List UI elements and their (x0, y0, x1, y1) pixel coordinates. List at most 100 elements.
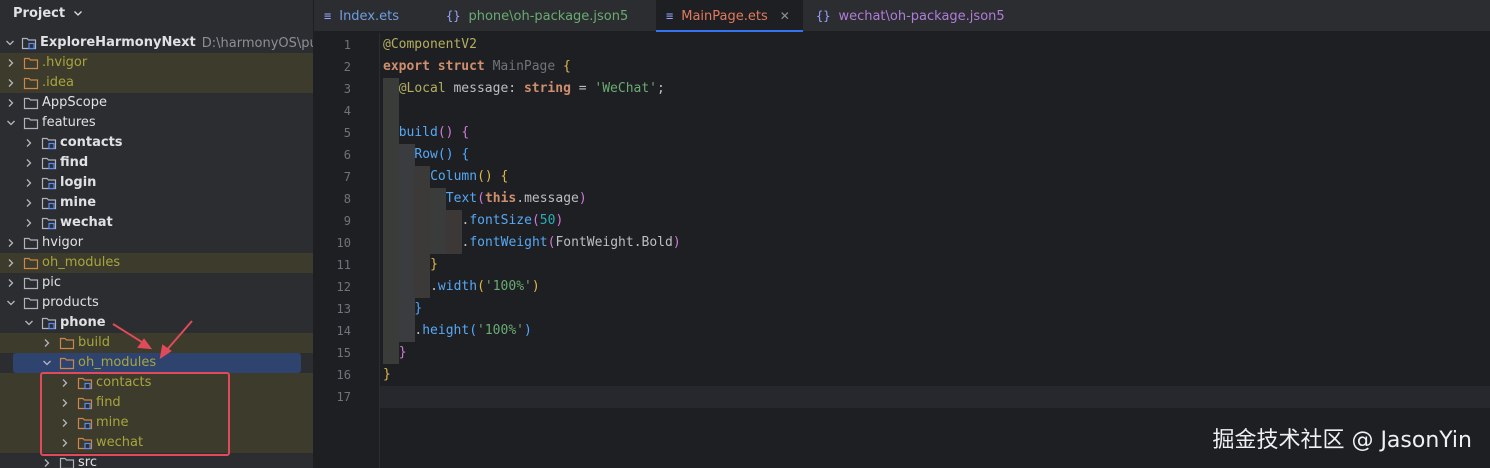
ets-file-icon: ≡ (324, 9, 332, 23)
tree-item-label: find (96, 395, 121, 410)
chevron-right-icon[interactable] (59, 397, 71, 409)
chevron-right-icon[interactable] (5, 237, 17, 249)
chevron-right-icon[interactable] (23, 217, 35, 229)
tree-item-label: src (78, 455, 97, 468)
indent-guide (398, 166, 415, 188)
close-tab-icon[interactable]: ✕ (780, 9, 790, 23)
tab-phone-oh-package[interactable]: {} phone\oh-package.json5 (446, 0, 628, 32)
chevron-right-icon[interactable] (5, 257, 17, 269)
caret-line-highlight (380, 386, 1490, 408)
indent-guide (383, 276, 399, 298)
code-line[interactable]: } (430, 254, 438, 276)
line-number: 2 (343, 60, 351, 74)
chevron-right-icon[interactable] (5, 57, 17, 69)
chevron-right-icon[interactable] (5, 77, 17, 89)
module-folder-icon (41, 316, 57, 330)
line-number: 11 (336, 258, 351, 272)
arrow-annotation-right (159, 320, 193, 360)
module-folder-icon (77, 416, 93, 430)
code-token: .message (516, 191, 579, 206)
excluded-folder-icon (59, 356, 75, 370)
code-line[interactable]: @ComponentV2 (383, 34, 477, 56)
code-line[interactable]: .height('100%') (414, 320, 531, 342)
code-token: '100%' (477, 323, 524, 338)
folder-icon (59, 456, 75, 468)
chevron-right-icon[interactable] (23, 137, 35, 149)
chevron-right-icon[interactable] (41, 337, 53, 349)
chevron-right-icon[interactable] (5, 277, 17, 289)
code-token: build (398, 125, 438, 140)
line-number: 15 (336, 346, 351, 360)
code-line[interactable]: .width('100%') (430, 276, 540, 298)
line-number: 14 (336, 324, 351, 338)
tab-label: Index.ets (339, 8, 400, 24)
indent-guide (383, 254, 399, 276)
indent-guide (383, 298, 399, 320)
code-line[interactable]: } (399, 342, 407, 364)
json-file-icon: {} (816, 9, 831, 23)
chevron-right-icon[interactable] (59, 377, 71, 389)
tree-item-label: .idea (42, 75, 74, 90)
project-panel: Project ExploreHarmonyNext D:\harmonyOS\p… (0, 0, 313, 468)
code-line[interactable]: } (383, 364, 391, 386)
chevron-right-icon[interactable] (23, 157, 35, 169)
tab-wechat-oh-package[interactable]: {} wechat\oh-package.json5 (816, 0, 1005, 32)
module-folder-icon (41, 156, 57, 170)
code-line[interactable]: .fontWeight(FontWeight.Bold) (462, 232, 681, 254)
tree-item-label: mine (60, 195, 97, 210)
line-number: 7 (343, 170, 351, 184)
tree-item[interactable]: ExploreHarmonyNext D:\harmonyOS\public\Ex (0, 33, 313, 53)
indent-guide (445, 210, 462, 232)
code-token: @Local (398, 81, 446, 96)
line-number: 17 (336, 390, 351, 404)
line-number: 6 (343, 148, 351, 162)
chevron-right-icon[interactable] (23, 197, 35, 209)
chevron-right-icon[interactable] (59, 417, 71, 429)
code-editor[interactable]: @ComponentV2 export struct MainPage {@Loc… (380, 33, 1490, 468)
watermark: 掘金技术社区 @ JasonYin (1212, 428, 1472, 453)
editor-tab-bar: ≡ Index.ets {} phone\oh-package.json5 ≡ … (314, 0, 1490, 32)
tree-item-label: wechat (96, 435, 144, 450)
code-line[interactable]: Text(this.message) (446, 188, 587, 210)
tree-item-label: ExploreHarmonyNext (40, 35, 196, 50)
chevron-down-icon[interactable] (5, 37, 15, 49)
chevron-down-icon[interactable] (23, 317, 35, 329)
chevron-down-icon[interactable] (5, 297, 17, 309)
indent-guide (414, 254, 431, 276)
tab-index-ets[interactable]: ≡ Index.ets (324, 0, 399, 32)
code-token: ( (477, 279, 485, 294)
tab-mainpage-ets[interactable]: ≡ MainPage.ets ✕ (656, 0, 803, 32)
module-folder-icon (77, 376, 93, 390)
code-token: Text (445, 191, 478, 206)
code-token: ( (477, 191, 485, 206)
chevron-down-icon[interactable] (41, 357, 53, 369)
chevron-down-icon[interactable] (5, 117, 17, 129)
indent-guide (383, 78, 399, 100)
code-line[interactable]: build() { (399, 122, 469, 144)
code-line[interactable]: export struct MainPage { (383, 56, 571, 78)
code-token: ; (657, 81, 665, 96)
indent-guide (398, 298, 415, 320)
code-line[interactable]: .fontSize(50) (462, 210, 564, 232)
tree-item-label: contacts (60, 135, 123, 150)
code-line[interactable]: } (414, 298, 422, 320)
code-token: 'WeChat' (594, 81, 658, 96)
indent-guide (383, 342, 399, 364)
indent-guide (398, 232, 415, 254)
code-line[interactable]: @Local message: string = 'WeChat'; (399, 78, 665, 100)
tree-item-label: oh_modules (78, 355, 157, 370)
indent-guide (414, 188, 431, 210)
line-number-gutter[interactable]: 1 2 3 4 5 6 7 8 9 10 11 12 13 14 15 16 17 (314, 33, 380, 468)
code-token: } (430, 257, 438, 272)
tree-item-label: .hvigor (42, 55, 88, 70)
chevron-right-icon[interactable] (41, 457, 53, 468)
code-token: struct (437, 59, 485, 74)
chevron-right-icon[interactable] (23, 177, 35, 189)
folder-icon (23, 236, 39, 250)
chevron-right-icon[interactable] (59, 437, 71, 449)
chevron-right-icon[interactable] (5, 97, 17, 109)
code-line[interactable]: Column() { (430, 166, 508, 188)
code-token: width (437, 279, 478, 294)
module-folder-icon (41, 176, 57, 190)
code-line[interactable]: Row() { (414, 144, 469, 166)
